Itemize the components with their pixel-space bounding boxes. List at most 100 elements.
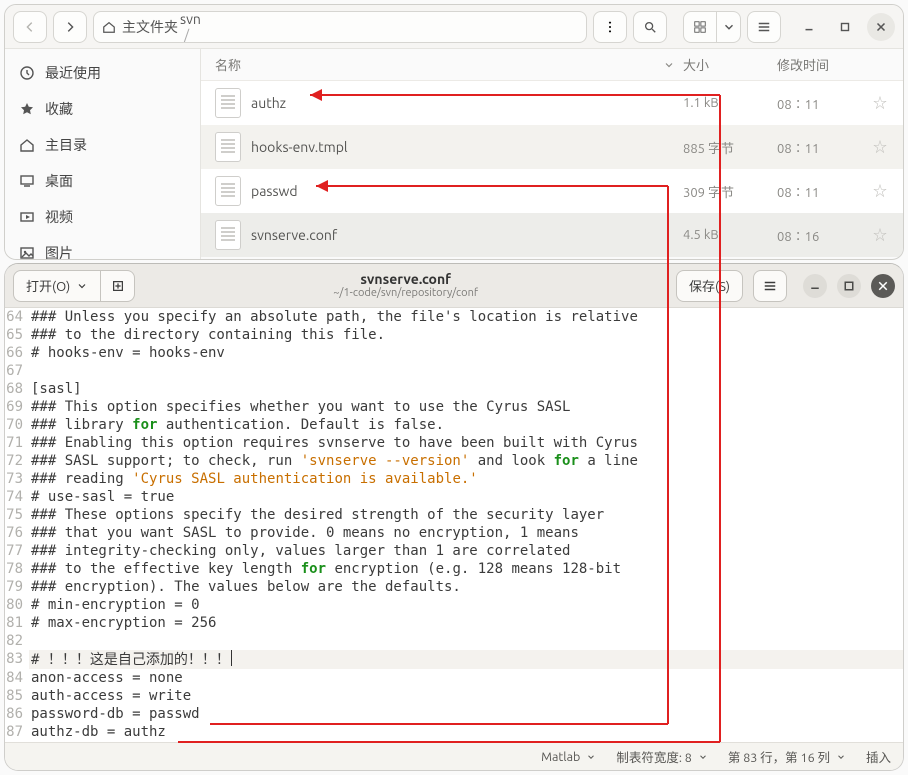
path-root[interactable]: 主文件夹: [102, 17, 178, 37]
status-insert-mode[interactable]: 插入: [866, 747, 891, 766]
star-toggle[interactable]: ☆: [873, 93, 903, 113]
code-line[interactable]: 76### that you want SASL to provide. 0 m…: [5, 524, 903, 542]
file-row[interactable]: authz1.1 kB08∶11☆: [201, 81, 903, 125]
code-line[interactable]: 64### Unless you specify an absolute pat…: [5, 308, 903, 326]
code-text: ### Unless you specify an absolute path,…: [29, 308, 638, 326]
sidebar-item[interactable]: 最近使用: [5, 55, 200, 91]
code-text: [29, 632, 31, 650]
code-line[interactable]: 65### to the directory containing this f…: [5, 326, 903, 344]
file-icon: [215, 132, 241, 162]
code-line[interactable]: 73### reading 'Cyrus SASL authentication…: [5, 470, 903, 488]
code-line[interactable]: 70### library for authentication. Defaul…: [5, 416, 903, 434]
editor-maximize-button[interactable]: [837, 274, 861, 298]
path-seg[interactable]: svn: [180, 11, 245, 27]
col-size[interactable]: 大小: [683, 55, 777, 74]
sidebar-item[interactable]: 视频: [5, 199, 200, 235]
code-line[interactable]: 78### to the effective key length for en…: [5, 560, 903, 578]
editor-close-button[interactable]: [871, 274, 895, 298]
file-icon: [215, 88, 241, 118]
code-line[interactable]: 86password-db = passwd: [5, 705, 903, 723]
sidebar-item[interactable]: 主目录: [5, 127, 200, 163]
code-line[interactable]: 75### These options specify the desired …: [5, 506, 903, 524]
file-mtime: 08∶11: [777, 138, 873, 157]
hamburger-icon: [763, 279, 777, 293]
line-number: 82: [5, 632, 29, 650]
code-line[interactable]: 84anon-access = none: [5, 669, 903, 687]
code-text: ### to the effective key length for encr…: [29, 560, 621, 578]
sidebar-item[interactable]: 收藏: [5, 91, 200, 127]
code-text: ### that you want SASL to provide. 0 mea…: [29, 524, 579, 542]
location-bar[interactable]: 主文件夹 /1-code/svn/repository/conf: [93, 11, 587, 43]
file-row[interactable]: hooks-env.tmpl885 字节08∶11☆: [201, 125, 903, 169]
file-row[interactable]: passwd309 字节08∶11☆: [201, 169, 903, 213]
sidebar-item[interactable]: 桌面: [5, 163, 200, 199]
hamburger-menu-button[interactable]: [747, 11, 781, 43]
code-line[interactable]: 68[sasl]: [5, 380, 903, 398]
file-size: 309 字节: [683, 182, 777, 201]
status-cursor-pos[interactable]: 第 83 行，第 16 列: [728, 747, 846, 766]
code-text: ### encryption). The values below are th…: [29, 578, 461, 596]
search-button[interactable]: [633, 11, 667, 43]
code-line[interactable]: 71### Enabling this option requires svns…: [5, 434, 903, 452]
code-text: ### integrity-checking only, values larg…: [29, 542, 570, 560]
view-switcher[interactable]: [683, 11, 741, 43]
open-button[interactable]: 打开(O): [13, 270, 101, 302]
chevron-right-icon: [63, 20, 77, 34]
editor-filename: svnserve.conf: [145, 271, 666, 287]
code-line[interactable]: 85auth-access = write: [5, 687, 903, 705]
code-line[interactable]: 82: [5, 632, 903, 650]
kebab-icon: [603, 20, 617, 34]
close-button[interactable]: [867, 13, 895, 41]
file-name: hooks-env.tmpl: [251, 139, 348, 155]
line-number: 71: [5, 434, 29, 452]
hamburger-icon: [757, 20, 771, 34]
code-line[interactable]: 72### SASL support; to check, run 'svnse…: [5, 452, 903, 470]
code-line[interactable]: 77### integrity-checking only, values la…: [5, 542, 903, 560]
line-number: 85: [5, 687, 29, 705]
nav-back-button[interactable]: [13, 11, 47, 43]
close-icon: [874, 20, 888, 34]
new-tab-button[interactable]: [101, 270, 135, 302]
home-icon: [102, 20, 116, 34]
code-text: [sasl]: [29, 380, 82, 398]
line-number: 74: [5, 488, 29, 506]
code-line[interactable]: 80# min-encryption = 0: [5, 596, 903, 614]
star-toggle[interactable]: ☆: [873, 225, 903, 245]
line-number: 83: [5, 650, 29, 669]
status-language[interactable]: Matlab: [541, 750, 596, 764]
line-number: 65: [5, 326, 29, 344]
line-number: 80: [5, 596, 29, 614]
sidebar-item[interactable]: 图片: [5, 235, 200, 259]
code-line[interactable]: 69### This option specifies whether you …: [5, 398, 903, 416]
code-line[interactable]: 87authz-db = authz: [5, 723, 903, 741]
col-name[interactable]: 名称: [215, 55, 241, 74]
code-line[interactable]: 74# use-sasl = true: [5, 488, 903, 506]
save-label: 保存(S): [689, 276, 730, 295]
minimize-button[interactable]: [795, 13, 823, 41]
col-mtime[interactable]: 修改时间: [777, 55, 873, 74]
code-line[interactable]: 81# max-encryption = 256: [5, 614, 903, 632]
chevron-down-icon: [76, 280, 88, 292]
maximize-button[interactable]: [831, 13, 859, 41]
file-name: passwd: [251, 183, 298, 199]
save-button[interactable]: 保存(S): [676, 270, 743, 302]
star-toggle[interactable]: ☆: [873, 137, 903, 157]
editor-menu-button[interactable]: [753, 270, 787, 302]
file-size: 1.1 kB: [683, 96, 777, 110]
status-tabwidth[interactable]: 制表符宽度: 8: [616, 747, 708, 766]
nav-forward-button[interactable]: [53, 11, 87, 43]
editor-minimize-button[interactable]: [803, 274, 827, 298]
code-line[interactable]: 83# ！！！这是自己添加的！！！: [5, 650, 903, 669]
editor-text-area[interactable]: 64### Unless you specify an absolute pat…: [5, 308, 903, 742]
path-menu-button[interactable]: [593, 11, 627, 43]
code-line[interactable]: 66# hooks-env = hooks-env: [5, 344, 903, 362]
code-line[interactable]: 67: [5, 362, 903, 380]
star-toggle[interactable]: ☆: [873, 181, 903, 201]
line-number: 86: [5, 705, 29, 723]
text-editor-window: 打开(O) svnserve.conf ~/1-code/svn/reposit…: [4, 263, 904, 771]
line-number: 67: [5, 362, 29, 380]
code-text: ### library for authentication. Default …: [29, 416, 444, 434]
file-row[interactable]: svnserve.conf4.5 kB08∶16☆: [201, 213, 903, 257]
sort-down-icon[interactable]: [663, 59, 675, 71]
code-line[interactable]: 79### encryption). The values below are …: [5, 578, 903, 596]
